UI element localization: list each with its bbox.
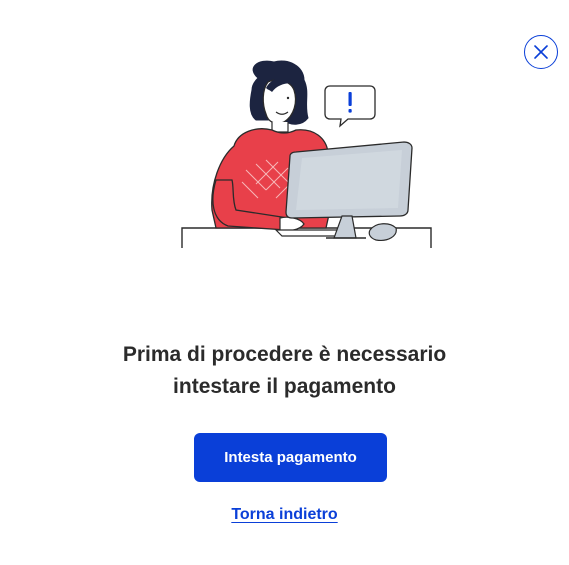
close-icon bbox=[534, 45, 548, 59]
person-at-computer-illustration bbox=[181, 60, 432, 248]
back-link-container: Torna indietro bbox=[0, 506, 569, 524]
page-title: Prima di procedere è necessario intestar… bbox=[0, 339, 569, 403]
intesta-pagamento-button[interactable]: Intesta pagamento bbox=[194, 433, 387, 482]
headline-line-2: intestare il pagamento bbox=[173, 375, 396, 398]
torna-indietro-link[interactable]: Torna indietro bbox=[231, 506, 337, 523]
close-button[interactable] bbox=[524, 35, 558, 69]
payment-owner-dialog: Prima di procedere è necessario intestar… bbox=[0, 0, 569, 565]
headline-line-1: Prima di procedere è necessario bbox=[122, 343, 447, 366]
